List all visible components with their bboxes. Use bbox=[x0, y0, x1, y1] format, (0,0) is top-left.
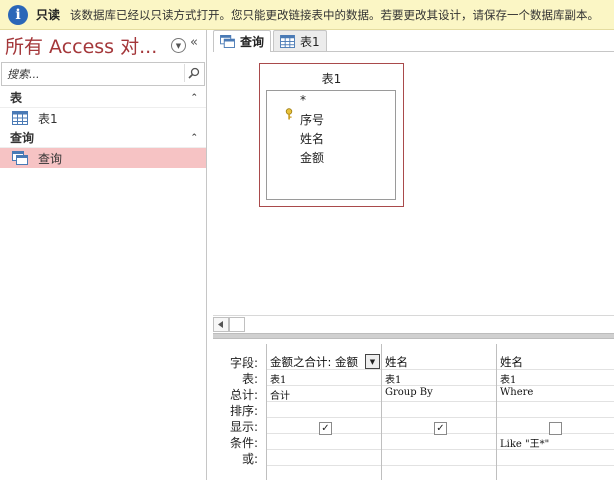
search-icon[interactable] bbox=[184, 64, 203, 82]
nav-header: 所有 Access 对... ▼ « bbox=[0, 30, 206, 60]
field-list-title[interactable]: 表1 bbox=[260, 70, 403, 87]
nav-item-label: 查询 bbox=[38, 151, 63, 166]
info-icon: i bbox=[8, 4, 28, 25]
nav-search-input[interactable] bbox=[5, 66, 179, 82]
query-icon bbox=[220, 35, 235, 48]
grid-column-1[interactable]: 金额之合计: 金额 ▼ 表1 合计 ✓ bbox=[266, 344, 381, 480]
query-design-pane: 表1 * 序号 姓名 金额 bbox=[213, 52, 614, 315]
table-icon bbox=[280, 34, 295, 48]
chevron-up-icon[interactable]: ⌃ bbox=[190, 133, 198, 143]
field-list-box: * 序号 姓名 金额 bbox=[266, 90, 396, 200]
row-label-criteria: 条件: bbox=[229, 436, 258, 450]
dropdown-arrow-icon[interactable]: ▼ bbox=[365, 354, 380, 369]
total-cell[interactable]: 合计 bbox=[270, 387, 290, 402]
readonly-infobar: i 只读 该数据库已经以只读方式打开。您只能更改链接表中的数据。若要更改其设计，… bbox=[0, 0, 614, 30]
grid-column-3[interactable]: 姓名 表1 Where Like "王*" bbox=[496, 344, 611, 480]
criteria-cell[interactable]: Like "王*" bbox=[500, 435, 549, 450]
shutter-bar-collapse-icon[interactable]: « bbox=[190, 35, 198, 50]
row-label-field: 字段: bbox=[229, 356, 258, 370]
row-label-table: 表: bbox=[241, 372, 258, 386]
tab-label: 表1 bbox=[300, 34, 320, 49]
field-item-all[interactable]: * bbox=[300, 93, 306, 107]
infobar-title: 只读 bbox=[36, 8, 61, 22]
grid-column-2[interactable]: 姓名 表1 Group By ✓ bbox=[381, 344, 496, 480]
row-label-show: 显示: bbox=[229, 420, 258, 434]
navigation-pane: 所有 Access 对... ▼ « 表 ⌃ 表1 查询 ⌃ bbox=[0, 30, 207, 480]
table-cell[interactable]: 表1 bbox=[500, 371, 516, 386]
query-icon bbox=[12, 151, 28, 165]
show-checkbox[interactable] bbox=[549, 422, 562, 435]
nav-item-label: 表1 bbox=[38, 111, 58, 126]
nav-group-label: 查询 bbox=[10, 131, 35, 145]
document-tabs: 查询 表1 bbox=[213, 30, 614, 52]
table-cell[interactable]: 表1 bbox=[385, 371, 401, 386]
row-label-or: 或: bbox=[241, 452, 258, 466]
nav-group-queries[interactable]: 查询 ⌃ bbox=[0, 128, 206, 148]
total-cell[interactable]: Where bbox=[500, 387, 533, 398]
row-label-sort: 排序: bbox=[229, 404, 258, 418]
nav-title[interactable]: 所有 Access 对... bbox=[5, 32, 157, 59]
field-item-name[interactable]: 姓名 bbox=[300, 130, 324, 147]
tab-table1[interactable]: 表1 bbox=[273, 30, 327, 51]
design-horizontal-scrollbar[interactable] bbox=[213, 315, 614, 332]
field-cell[interactable]: 姓名 bbox=[500, 354, 523, 370]
query-design-grid: 字段: 表: 总计: 排序: 显示: 条件: 或: 金额之合计: 金额 ▼ 表1… bbox=[213, 340, 614, 480]
field-cell[interactable]: 姓名 bbox=[385, 354, 408, 370]
nav-search-box bbox=[1, 62, 205, 86]
scroll-left-icon[interactable] bbox=[213, 317, 229, 332]
show-checkbox[interactable]: ✓ bbox=[434, 422, 447, 435]
nav-item-query[interactable]: 查询 bbox=[0, 148, 206, 168]
table-field-list[interactable]: 表1 * 序号 姓名 金额 bbox=[259, 63, 404, 207]
nav-menu-dropdown-icon[interactable]: ▼ bbox=[171, 38, 186, 53]
tab-label: 查询 bbox=[240, 35, 265, 49]
total-cell[interactable]: Group By bbox=[385, 387, 433, 398]
show-checkbox[interactable]: ✓ bbox=[319, 422, 332, 435]
nav-group-tables[interactable]: 表 ⌃ bbox=[0, 88, 206, 108]
tab-query[interactable]: 查询 bbox=[213, 30, 272, 52]
field-item-amount[interactable]: 金额 bbox=[300, 149, 324, 166]
scroll-thumb[interactable] bbox=[229, 317, 245, 332]
chevron-up-icon[interactable]: ⌃ bbox=[190, 93, 198, 103]
primary-key-icon bbox=[285, 108, 293, 120]
field-cell[interactable]: 金额之合计: 金额 bbox=[270, 354, 358, 370]
row-label-total: 总计: bbox=[229, 388, 258, 402]
nav-item-table1[interactable]: 表1 bbox=[0, 108, 206, 128]
table-icon bbox=[12, 111, 28, 125]
table-cell[interactable]: 表1 bbox=[270, 371, 286, 386]
field-item-seq[interactable]: 序号 bbox=[300, 111, 324, 128]
nav-group-label: 表 bbox=[10, 91, 23, 105]
infobar-message: 该数据库已经以只读方式打开。您只能更改链接表中的数据。若要更改其设计，请保存一个… bbox=[70, 7, 600, 22]
pane-splitter[interactable] bbox=[213, 333, 614, 339]
